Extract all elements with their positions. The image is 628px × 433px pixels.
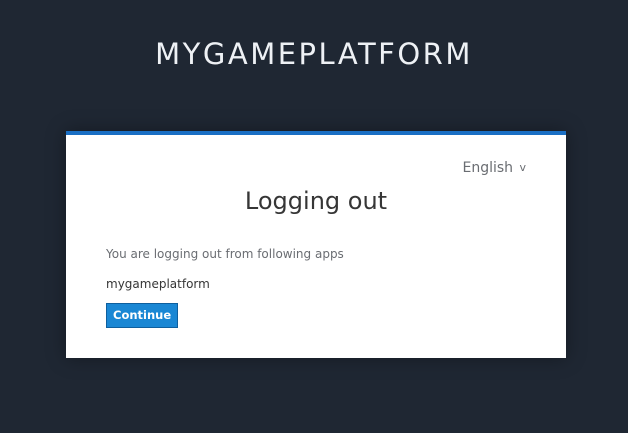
logout-info-text: You are logging out from following apps bbox=[106, 247, 344, 261]
logout-card: English v Logging out You are logging ou… bbox=[66, 131, 566, 358]
language-selector[interactable]: English v bbox=[462, 159, 526, 178]
page-title: Logging out bbox=[244, 187, 388, 215]
chevron-down-icon: v bbox=[519, 161, 526, 174]
language-label: English bbox=[462, 160, 514, 176]
continue-button[interactable]: Continue bbox=[106, 303, 179, 328]
app-list-item: mygameplatform bbox=[106, 277, 210, 291]
brand-title: MYGAMEPLATFORM bbox=[155, 37, 473, 71]
